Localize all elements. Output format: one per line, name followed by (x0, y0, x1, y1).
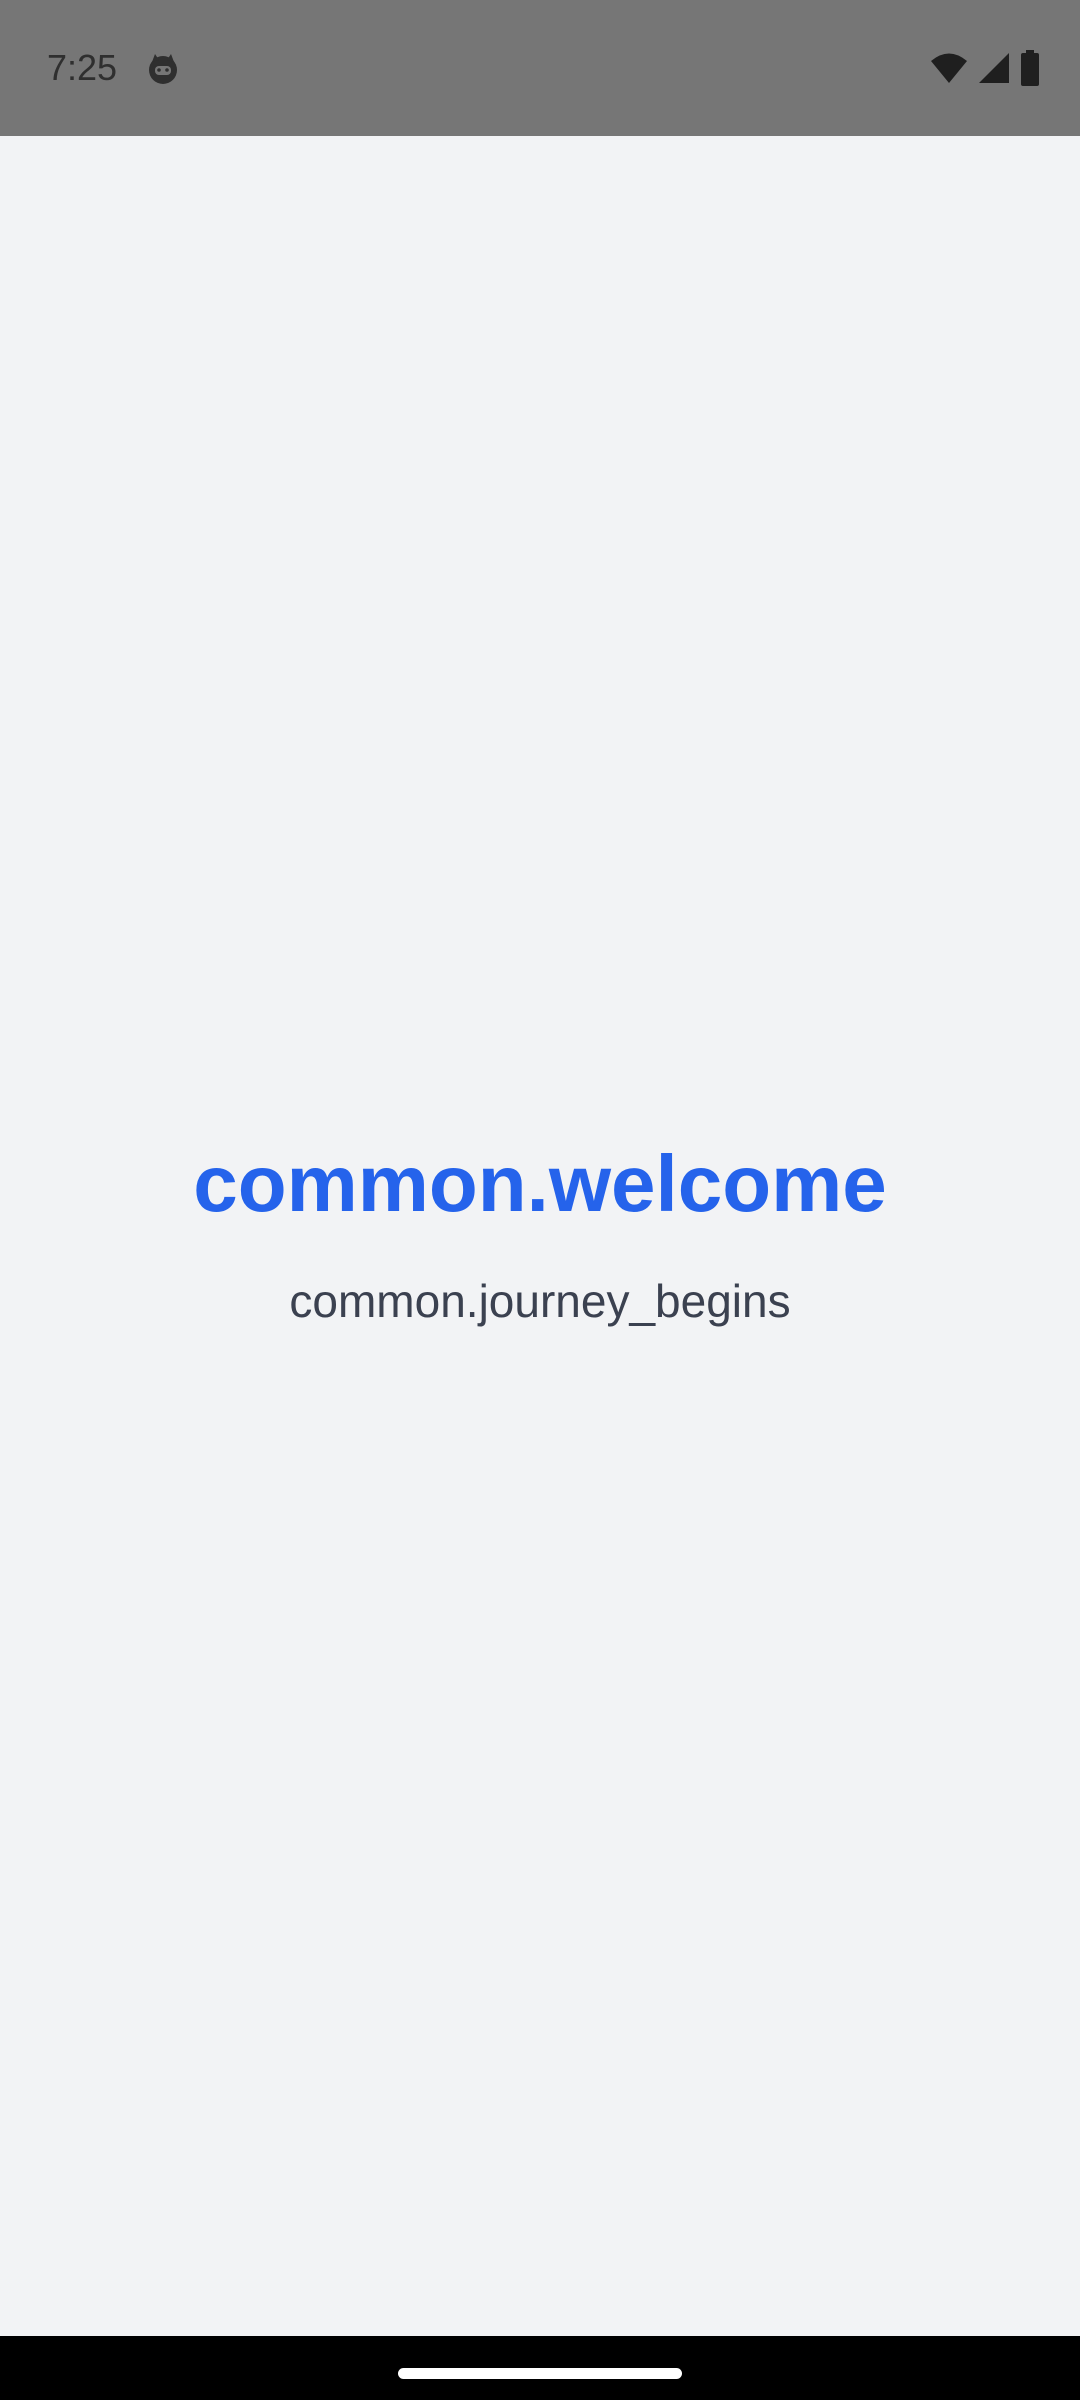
welcome-subtitle: common.journey_begins (289, 1275, 791, 1327)
app-screen: 7:25 common.welcome common.journey_begin… (0, 0, 1080, 2400)
main-content: common.welcome common.journey_begins (0, 136, 1080, 2336)
welcome-title: common.welcome (193, 1139, 887, 1228)
wifi-icon (930, 52, 968, 84)
gesture-nav-bar (0, 2336, 1080, 2400)
status-time: 7:25 (47, 47, 118, 88)
status-bar: 7:25 (0, 0, 1080, 136)
home-gesture-handle[interactable] (398, 2368, 682, 2379)
battery-icon (1020, 50, 1040, 86)
status-icons (930, 50, 1040, 86)
cellular-signal-icon (978, 52, 1010, 84)
cat-face-icon (146, 52, 180, 86)
